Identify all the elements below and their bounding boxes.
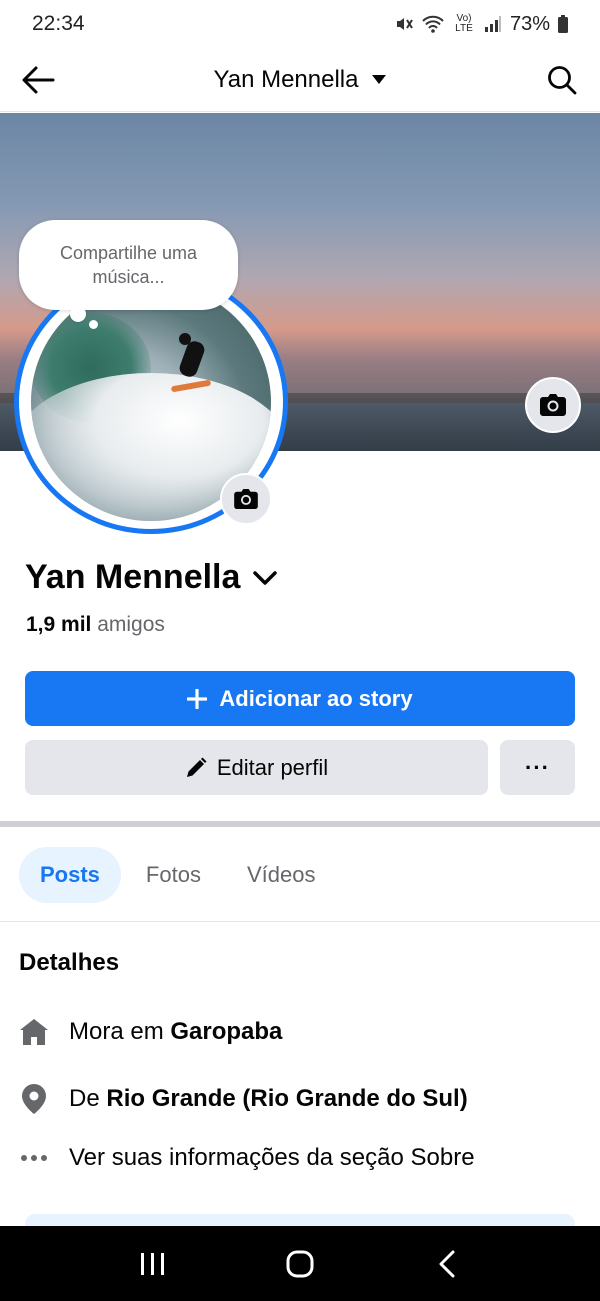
home-icon [19, 1018, 49, 1046]
tab-posts[interactable]: Posts [19, 847, 121, 903]
app-header: Yan Mennella [0, 48, 600, 112]
home-button[interactable] [270, 1234, 330, 1294]
detail-lives-in: Mora em Garopaba [19, 1018, 579, 1046]
bubble-tail-dot [70, 306, 86, 322]
status-bar: 22:34 Vo) LTE 73% [0, 0, 600, 48]
profile-tabs: Posts Fotos Vídeos [19, 847, 336, 903]
mute-icon [394, 14, 414, 34]
profile-name: Yan Mennella [25, 558, 241, 596]
lives-in-text: Mora em Garopaba [69, 1018, 282, 1046]
avatar-surfer-body [177, 339, 207, 379]
about-info-label: Ver suas informações da seção Sobre [69, 1144, 475, 1171]
camera-icon [234, 489, 258, 509]
lives-in-place: Garopaba [170, 1018, 283, 1045]
plus-icon [187, 688, 208, 709]
wifi-icon [422, 14, 444, 34]
battery-percent: 73% [509, 12, 550, 35]
more-options-button[interactable]: ··· [500, 740, 575, 795]
back-button[interactable] [18, 60, 58, 100]
cover-camera-button[interactable] [525, 377, 581, 433]
header-title: Yan Mennella [213, 65, 359, 93]
avatar-camera-button[interactable] [220, 473, 272, 525]
lte-label: Vo) LTE [455, 13, 473, 34]
friends-label: amigos [97, 613, 165, 636]
tabs-divider [0, 921, 600, 922]
tab-photos[interactable]: Fotos [125, 847, 222, 903]
battery-icon [558, 15, 568, 33]
more-dots-icon [19, 1154, 49, 1162]
add-to-story-button[interactable]: Adicionar ao story [25, 671, 575, 726]
signal-icon [484, 15, 502, 33]
tab-videos[interactable]: Vídeos [226, 847, 337, 903]
share-music-text: Compartilhe uma música... [59, 243, 198, 287]
edit-profile-button[interactable]: Editar perfil [25, 740, 488, 795]
home-circle-icon [286, 1250, 314, 1277]
camera-icon [540, 394, 566, 416]
lives-in-prefix: Mora em [69, 1018, 164, 1045]
header-title-dropdown[interactable]: Yan Mennella [214, 66, 387, 94]
location-pin-icon [19, 1084, 49, 1114]
arrow-left-icon [22, 66, 55, 93]
about-info-link[interactable]: Ver suas informações da seção Sobre [19, 1144, 579, 1172]
tab-posts-label: Posts [40, 862, 100, 887]
system-back-button[interactable] [417, 1234, 477, 1294]
details-title: Detalhes [19, 949, 120, 976]
recent-apps-icon [141, 1252, 165, 1275]
system-nav-bar [0, 1226, 600, 1301]
pencil-icon [186, 757, 207, 777]
detail-from: De Rio Grande (Rio Grande do Sul) [19, 1084, 579, 1114]
more-dots-icon: ··· [525, 754, 550, 780]
share-music-bubble[interactable]: Compartilhe uma música... [19, 220, 238, 310]
chevron-left-icon [439, 1250, 455, 1277]
section-divider [0, 821, 600, 827]
from-prefix: De [69, 1085, 100, 1112]
search-icon [548, 65, 577, 94]
bubble-tail-dot-small [89, 320, 98, 329]
search-button[interactable] [542, 60, 582, 100]
status-time: 22:34 [32, 12, 85, 35]
friends-number: 1,9 mil [26, 613, 92, 636]
from-place: Rio Grande (Rio Grande do Sul) [106, 1085, 468, 1112]
add-to-story-label: Adicionar ao story [219, 685, 413, 711]
from-text: De Rio Grande (Rio Grande do Sul) [69, 1085, 468, 1113]
tab-photos-label: Fotos [145, 862, 201, 887]
edit-profile-label: Editar perfil [216, 754, 329, 780]
friends-count[interactable]: 1,9 mil amigos [26, 613, 165, 637]
tab-videos-label: Vídeos [246, 862, 316, 887]
caret-down-icon [372, 75, 387, 84]
chevron-down-icon [253, 570, 278, 585]
recent-apps-button[interactable] [123, 1234, 183, 1294]
profile-name-dropdown[interactable]: Yan Mennella [25, 558, 278, 597]
status-icons: Vo) LTE 73% [394, 13, 568, 36]
